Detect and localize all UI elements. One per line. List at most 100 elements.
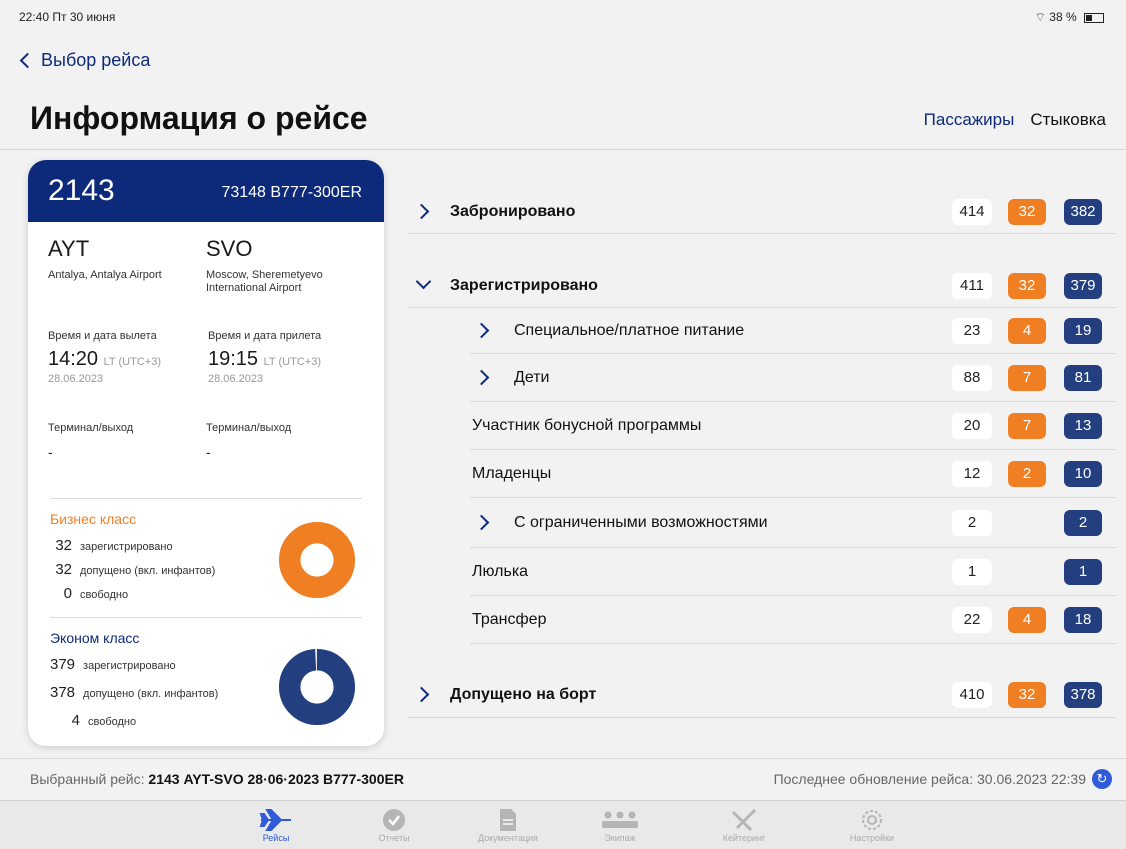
business-badge: 4 (1008, 606, 1046, 633)
tab-label: Отчеты (378, 833, 410, 843)
economy-count: 378 (50, 684, 76, 701)
business-count: 32 (55, 561, 72, 578)
business-badge: 32 (1008, 198, 1046, 225)
tab-label: Рейсы (262, 833, 290, 843)
top-tabs: Пассажиры Стыковка (924, 110, 1106, 130)
economy-badge: 378 (1064, 681, 1102, 708)
business-badge: 7 (1008, 364, 1046, 391)
chevron-right-icon (473, 514, 490, 531)
departure-tz: LT (UTC+3) (103, 356, 161, 368)
plane-icon (236, 807, 316, 833)
tab-reports[interactable]: Отчеты (354, 807, 434, 843)
business-row: 0 свободно (50, 585, 128, 602)
back-label: Выбор рейса (41, 50, 151, 70)
chevron-right-icon (473, 369, 490, 386)
pax-row-label: Специальное/платное питание (514, 321, 745, 339)
pax-row-infants: Младенцы 12 2 10 (470, 450, 1116, 498)
battery-icon (1084, 12, 1104, 23)
pax-row-children[interactable]: Дети 88 7 81 (470, 354, 1116, 402)
chevron-left-icon (19, 52, 36, 69)
arrival-tz: LT (UTC+3) (263, 356, 321, 368)
tab-connection[interactable]: Стыковка (1030, 110, 1106, 130)
pax-row-special-meal[interactable]: Специальное/платное питание 23 4 19 (470, 308, 1116, 354)
status-battery: ⌔ 38 % (1035, 10, 1104, 25)
economy-count-label: свободно (88, 716, 137, 728)
economy-donut-arc (278, 648, 356, 726)
tab-crew[interactable]: Экипаж (580, 807, 660, 843)
departure-label: Время и дата вылета (48, 330, 157, 342)
tab-bar: Рейсы Отчеты Документация Экипаж Кейтери… (0, 800, 1126, 849)
business-badge: 4 (1008, 317, 1046, 344)
tab-label: Документация (478, 833, 538, 843)
business-row: 32 зарегистрировано (50, 537, 172, 554)
terminal-departure-label: Терминал/выход (48, 422, 134, 434)
crew-icon (580, 807, 660, 833)
business-donut-arc (278, 521, 356, 599)
terminals: Терминал/выход - Терминал/выход - (28, 418, 384, 498)
tab-settings[interactable]: Настройки (832, 807, 912, 843)
business-class-block: Бизнес класс 32 зарегистрировано 32 допуще… (28, 499, 384, 617)
chevron-right-icon (413, 203, 430, 220)
departure-block: Время и дата вылета 14:20 LT (UTC+3) 28.… (48, 330, 161, 385)
economy-row: 379 зарегистрировано (50, 656, 176, 673)
arrival-time: 19:15 (208, 348, 259, 370)
pax-row-checked-in[interactable]: Зарегистрировано 411 32 379 (408, 264, 1116, 308)
status-bar: 22:40 Пт 30 июня ⌔ 38 % (0, 0, 1126, 36)
battery-percent: 38 % (1049, 10, 1077, 24)
economy-badge: 18 (1064, 606, 1102, 633)
catering-icon (704, 807, 784, 833)
arrival-label: Время и дата прилета (208, 330, 322, 342)
departure-time: 14:20 (48, 348, 99, 370)
status-time: 22:40 Пт 30 июня (19, 10, 116, 24)
tab-label: Настройки (849, 833, 895, 843)
tab-documentation[interactable]: Документация (468, 807, 548, 843)
selected-flight: Выбранный рейс: 2143 AYT-SVO 28·06·2023 … (30, 771, 404, 787)
origin-code: AYT (48, 236, 90, 261)
pax-row-label: Допущено на борт (450, 685, 597, 703)
economy-badge: 10 (1064, 460, 1102, 487)
aircraft-info: 73148 B777-300ER (221, 184, 362, 201)
pax-row-boarded[interactable]: Допущено на борт 410 32 378 (408, 672, 1116, 718)
total-badge: 88 (952, 364, 992, 391)
pax-row-bonus-program: Участник бонусной программы 20 7 13 (470, 402, 1116, 450)
header-divider (0, 149, 1126, 150)
airports: AYT Antalya, Antalya Airport SVO Moscow,… (28, 222, 384, 322)
business-badge: 2 (1008, 460, 1046, 487)
page-title: Информация о рейсе (30, 100, 368, 136)
departure-date: 28.06.2023 (48, 373, 104, 385)
wifi-icon: ⌔ (1034, 10, 1046, 24)
tab-catering[interactable]: Кейтеринг (704, 807, 784, 843)
business-donut-chart (278, 521, 356, 599)
pax-row-label: С ограниченными возможностями (514, 513, 768, 531)
economy-count: 4 (71, 712, 80, 729)
flight-card-header: 2143 73148 B777-300ER (28, 160, 384, 222)
economy-row: 378 допущено (вкл. инфантов) (50, 684, 218, 701)
terminal-arrival-value: - (206, 444, 211, 460)
economy-donut-chart (278, 648, 356, 726)
economy-count-label: зарегистрировано (83, 660, 176, 672)
economy-badge: 382 (1064, 198, 1102, 225)
selected-flight-value: 2143 AYT-SVO 28·06·2023 B777-300ER (148, 771, 404, 787)
refresh-icon[interactable]: ↻ (1092, 769, 1112, 789)
economy-badge: 81 (1064, 364, 1102, 391)
business-count-label: допущено (вкл. инфантов) (80, 565, 216, 577)
total-badge: 2 (952, 509, 992, 536)
business-badge: 7 (1008, 412, 1046, 439)
pax-row-label: Зарегистрировано (450, 276, 598, 294)
business-badge: 32 (1008, 272, 1046, 299)
arrival-date: 28.06.2023 (208, 373, 264, 385)
pax-row-label: Люлька (472, 562, 529, 580)
business-count: 0 (63, 585, 72, 602)
flight-footer: Выбранный рейс: 2143 AYT-SVO 28·06·2023 … (0, 758, 1126, 798)
gear-icon (832, 807, 912, 833)
pax-row-booked[interactable]: Забронировано 414 32 382 (408, 190, 1116, 234)
total-badge: 410 (952, 681, 992, 708)
tab-passengers[interactable]: Пассажиры (924, 110, 1015, 130)
pax-row-label: Трансфер (472, 610, 547, 628)
economy-badge: 1 (1064, 558, 1102, 585)
chevron-right-icon (473, 322, 490, 339)
total-badge: 12 (952, 460, 992, 487)
back-button[interactable]: Выбор рейса (18, 50, 150, 71)
pax-row-reduced-mobility[interactable]: С ограниченными возможностями 2 2 (470, 498, 1116, 548)
tab-flights[interactable]: Рейсы (236, 807, 316, 843)
